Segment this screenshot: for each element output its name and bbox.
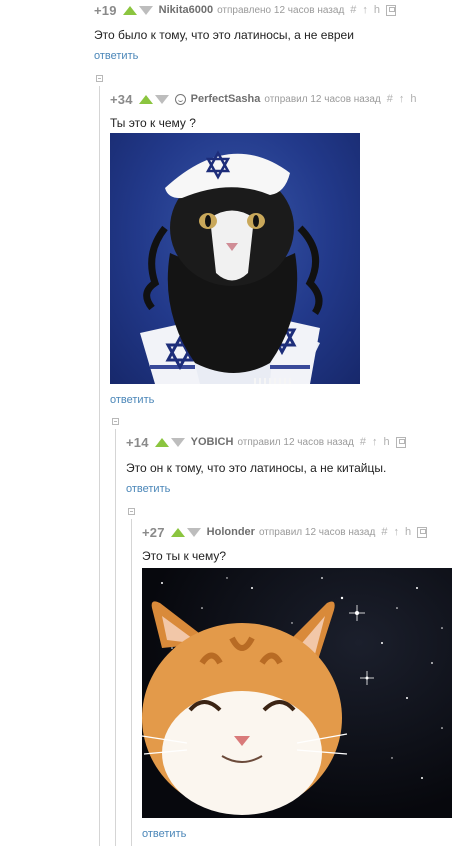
collapse-icon[interactable] [128,508,135,515]
branch-icon[interactable]: h [374,4,380,16]
reply-link[interactable]: ответить [126,483,170,495]
comment-rating: +19 [94,2,117,18]
comment-header: +34 PerfectSasha отправил 12 часов назад… [110,91,423,107]
collapse-icon[interactable] [112,418,119,425]
comment-header: +14 YOBICH отправил 12 часов назад # ↑ h [126,434,406,450]
comment-rating: +27 [142,524,165,540]
comment-time: отправил 12 часов назад [258,526,376,538]
hash-link-icon[interactable]: # [381,526,387,538]
comment-author[interactable]: Holonder [207,526,255,538]
hash-link-icon[interactable]: # [350,4,356,16]
comment-rating: +34 [110,91,133,107]
parent-arrow-icon[interactable]: ↑ [372,436,378,448]
reply-link[interactable]: ответить [94,50,138,62]
branch-icon[interactable]: h [410,93,416,105]
save-icon[interactable] [417,526,428,538]
parent-arrow-icon[interactable]: ↑ [399,93,405,105]
save-icon[interactable] [386,4,397,16]
comment-header: +27 Holonder отправил 12 часов назад # ↑… [142,524,428,540]
upvote-arrow-icon[interactable] [138,94,153,104]
upvote-arrow-icon[interactable] [170,527,185,537]
thread-line [99,86,100,846]
upvote-arrow-icon[interactable] [154,437,169,447]
comment-text: Ты это к чему ? [110,116,196,130]
branch-icon[interactable]: h [383,436,389,448]
comment-header: +19 Nikita6000 отправлено 12 часов назад… [94,2,397,18]
comment-text: Это ты к чему? [142,549,227,563]
comment-text: Это было к тому, что это латиносы, а не … [94,28,354,42]
collapse-icon[interactable] [96,75,103,82]
comment-time: отправил 12 часов назад [237,436,354,448]
comment-time: отправил 12 часов назад [264,93,381,105]
upvote-arrow-icon[interactable] [122,5,137,15]
avatar-smile-icon [174,93,186,105]
thread-line [115,429,116,846]
comment-author[interactable]: Nikita6000 [159,4,213,16]
thread-line [131,519,132,846]
downvote-arrow-icon[interactable] [138,5,153,15]
downvote-arrow-icon[interactable] [186,527,201,537]
downvote-arrow-icon[interactable] [170,437,185,447]
comment-author[interactable]: PerfectSasha [191,93,261,105]
parent-arrow-icon[interactable]: ↑ [393,526,399,538]
hash-link-icon[interactable]: # [360,436,366,448]
reply-link[interactable]: ответить [142,828,186,840]
comment-time: отправлено 12 часов назад [217,4,345,16]
save-icon[interactable] [395,436,406,448]
smiling-cat-space-image [142,568,452,818]
parent-arrow-icon[interactable]: ↑ [362,4,368,16]
downvote-arrow-icon[interactable] [154,94,169,104]
branch-icon[interactable]: h [405,526,411,538]
hash-link-icon[interactable]: # [387,93,393,105]
comment-text: Это он к тому, что это латиносы, а не ки… [126,461,387,475]
comment-author[interactable]: YOBICH [191,436,234,448]
comment-rating: +14 [126,434,149,450]
reply-link[interactable]: ответить [110,394,154,406]
cat-kippah-image [110,133,360,384]
